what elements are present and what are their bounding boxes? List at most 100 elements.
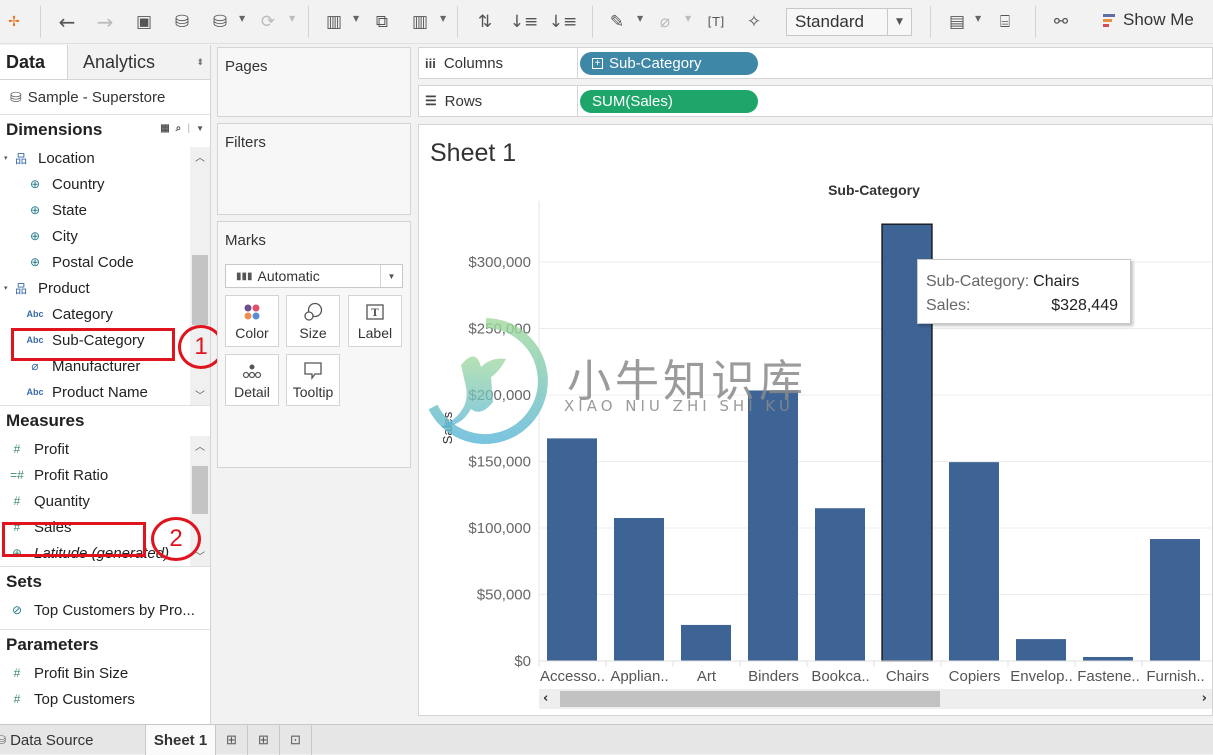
dimension-item-product-name[interactable]: Abc Product Name — [0, 379, 210, 405]
tableau-logo-icon[interactable]: ✢ — [4, 8, 24, 36]
x-tick-label: Bookca.. — [811, 668, 869, 685]
refresh-icon[interactable]: ⟳ — [256, 8, 280, 36]
detail-icon — [242, 360, 262, 382]
set-item-top-customers[interactable]: ⊘ Top Customers by Pro... — [0, 597, 210, 623]
columns-shelf[interactable]: iii Columns + Sub-Category — [418, 47, 1213, 79]
show-cards-icon[interactable]: ▤ — [945, 8, 969, 36]
data-pane-tabs: Data Analytics ⬍ — [0, 45, 210, 80]
size-button[interactable]: Size — [286, 295, 340, 347]
separator — [308, 6, 309, 38]
tooltip-value: $328,449 — [1051, 297, 1118, 314]
share-icon[interactable]: ⚯ — [1049, 8, 1073, 36]
fit-select[interactable]: Standard ▼ — [786, 8, 912, 36]
field-label: City — [52, 227, 78, 245]
show-me-button[interactable]: Show Me — [1103, 10, 1194, 30]
group-members-icon[interactable]: ⌀ — [655, 8, 675, 36]
measure-item-profit-ratio[interactable]: =# Profit Ratio — [0, 462, 210, 488]
caret-down-icon[interactable]: ▼ — [685, 14, 691, 23]
pause-auto-updates-icon[interactable]: ⛁ — [208, 8, 232, 36]
mark-type-value: Automatic — [257, 268, 320, 284]
new-worksheet-icon[interactable]: ⊞ — [216, 725, 248, 755]
duplicate-sheet-icon[interactable]: ⧉ — [370, 8, 394, 36]
sort-ascending-icon[interactable]: ↓≡ — [510, 8, 539, 36]
caret-down-icon[interactable]: ▼ — [353, 14, 359, 23]
toolbar: ✢ ← → ▣ ⛁ ⛁ ▼ ⟳ ▼ ▥ ▼ ⧉ ▥ ▼ ⇅ ↓≡ ↓≡ ✎ ▼ … — [0, 0, 1213, 44]
expand-plus-icon[interactable]: + — [592, 58, 603, 69]
sub-category-pill[interactable]: + Sub-Category — [580, 52, 758, 75]
bar — [1016, 639, 1066, 661]
caret-down-icon[interactable]: ▼ — [239, 14, 245, 23]
redo-icon[interactable]: → — [93, 8, 117, 36]
new-data-source-icon[interactable]: ⛁ — [170, 8, 194, 36]
caret-down-icon[interactable]: ▼ — [975, 14, 981, 23]
view-list-icon[interactable]: ▦ — [160, 123, 169, 134]
measure-item-quantity[interactable]: # Quantity — [0, 488, 210, 514]
tooltip-button[interactable]: Tooltip — [286, 354, 340, 406]
rows-shelf[interactable]: ☰ Rows SUM(Sales) — [418, 85, 1213, 117]
bar — [547, 438, 597, 661]
scrollbar-thumb[interactable] — [192, 466, 208, 514]
presentation-mode-icon[interactable]: ⌸ — [993, 8, 1017, 36]
scroll-up-icon[interactable]: ︿ — [190, 438, 210, 454]
label-button[interactable]: T Label — [348, 295, 402, 347]
data-source-item[interactable]: ⛁ Sample - Superstore — [0, 80, 210, 115]
caret-down-icon[interactable]: ▼ — [637, 14, 643, 23]
parameter-item-top-customers[interactable]: # Top Customers — [0, 686, 210, 712]
scroll-up-icon[interactable]: ︿ — [190, 149, 210, 165]
dimension-item-location[interactable]: ▾ 品 Location — [0, 145, 210, 171]
tab-label: Data Source — [10, 731, 94, 749]
save-icon[interactable]: ▣ — [133, 8, 155, 36]
caret-down-icon[interactable]: ▼ — [440, 14, 446, 23]
y-tick-label: $100,000 — [468, 520, 531, 537]
horizontal-scrollbar[interactable]: ‹ › — [539, 689, 1212, 709]
dimension-item-postal-code[interactable]: ⊕ Postal Code — [0, 249, 210, 275]
dimension-item-country[interactable]: ⊕ Country — [0, 171, 210, 197]
scroll-down-icon[interactable]: ﹀ — [190, 387, 210, 403]
mark-type-select[interactable]: ▮▮▮ Automatic ▼ — [225, 264, 403, 288]
y-tick-label: $250,000 — [468, 321, 531, 338]
scroll-right-icon[interactable]: › — [1202, 691, 1207, 706]
dimension-item-city[interactable]: ⊕ City — [0, 223, 210, 249]
new-dashboard-icon[interactable]: ⊞ — [248, 725, 280, 755]
detail-button[interactable]: Detail — [225, 354, 279, 406]
scrollbar-thumb[interactable] — [192, 255, 208, 325]
undo-icon[interactable]: ← — [55, 8, 79, 36]
data-pane: Data Analytics ⬍ ⛁ Sample - Superstore D… — [0, 45, 211, 724]
filters-card[interactable]: Filters — [217, 123, 411, 215]
x-tick-label: Binders — [748, 668, 799, 685]
show-mark-labels-icon[interactable]: [T] — [705, 8, 727, 36]
bar — [681, 624, 731, 661]
new-story-icon[interactable]: ⊡ — [280, 725, 312, 755]
color-button[interactable]: Color — [225, 295, 279, 347]
parameter-item-profit-bin-size[interactable]: # Profit Bin Size — [0, 660, 210, 686]
dimension-item-state[interactable]: ⊕ State — [0, 197, 210, 223]
caret-down-icon[interactable]: ▼ — [289, 14, 295, 23]
pin-axes-icon[interactable]: ✧ — [743, 8, 765, 36]
dimension-item-category[interactable]: Abc Category — [0, 301, 210, 327]
dimension-item-product[interactable]: ▾ 品 Product — [0, 275, 210, 301]
database-icon: ⛁ — [0, 733, 7, 747]
tab-analytics[interactable]: Analytics ⬍ — [67, 45, 210, 79]
tooltip-key: Sales: — [926, 297, 971, 314]
tab-data-source[interactable]: ⛁ Data Source — [0, 725, 146, 755]
up-down-icon: ⬍ — [196, 56, 204, 67]
color-label: Color — [235, 325, 269, 341]
tooltip-icon — [304, 360, 322, 382]
swap-rows-columns-icon[interactable]: ⇅ — [473, 8, 497, 36]
y-tick-label: $300,000 — [468, 254, 531, 271]
menu-caret-icon[interactable]: ▼ — [196, 124, 204, 133]
sort-descending-icon[interactable]: ↓≡ — [549, 8, 578, 36]
scroll-left-icon[interactable]: ‹ — [543, 691, 548, 706]
new-worksheet-icon[interactable]: ▥ — [322, 8, 346, 36]
bar-chart: Sub-Category $0 $50,000 $100,000 $150,000 $20… — [440, 182, 1212, 685]
clear-sheet-icon[interactable]: ▥ — [408, 8, 432, 36]
search-icon[interactable]: ⌕ — [176, 123, 182, 134]
tab-data[interactable]: Data — [0, 45, 67, 79]
sum-sales-pill[interactable]: SUM(Sales) — [580, 90, 758, 113]
pages-card[interactable]: Pages — [217, 47, 411, 117]
measure-item-profit[interactable]: # Profit — [0, 436, 210, 462]
tab-sheet-1[interactable]: Sheet 1 — [146, 725, 216, 755]
scrollbar-thumb[interactable] — [560, 691, 940, 707]
field-label: Product — [38, 279, 90, 297]
highlight-icon[interactable]: ✎ — [607, 8, 627, 36]
